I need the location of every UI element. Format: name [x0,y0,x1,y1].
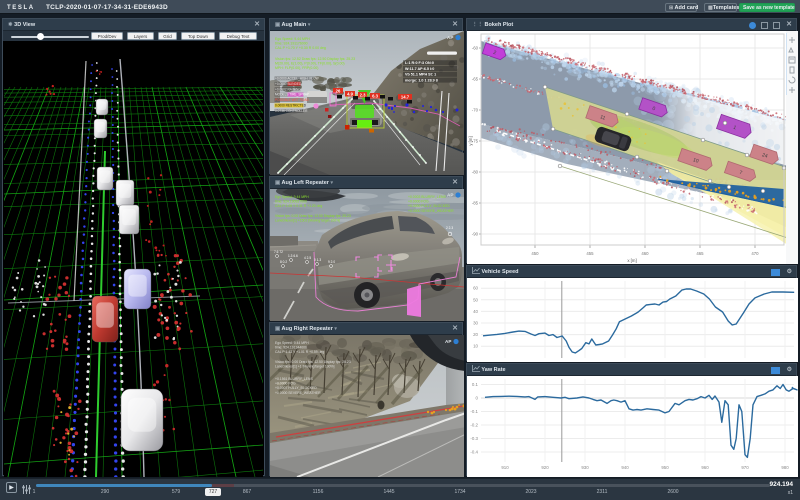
svg-text:AP: AP [447,35,453,40]
svg-text:POSSIBLE WET ROAD: POSSIBLE WET ROAD [275,98,309,102]
svg-text:+0.0000 FOG: +0.0000 FOG [275,382,296,386]
svg-text:0.0736 CONTROLLER: 0.0736 CONTROLLER [275,109,308,113]
svg-text:+0.0000 SEVERE_WEATHER: +0.0000 SEVERE_WEATHER [275,391,321,395]
svg-text:9 2.0: 9 2.0 [328,260,335,264]
svg-text:50: 50 [473,297,478,302]
svg-text:time: 924.191344000: time: 924.191344000 [275,346,307,350]
svg-text:4 2.5: 4 2.5 [304,256,311,260]
svg-text:Ego Speed: 9.44 MPH: Ego Speed: 9.44 MPH [275,195,309,199]
svg-text:910: 910 [501,465,509,470]
svg-text:2 2.3: 2 2.3 [446,226,453,230]
svg-text:26: 26 [336,88,341,93]
svg-text:-0.2: -0.2 [470,423,478,428]
svg-text:0.0000 RESTRICTED: 0.0000 RESTRICTED [275,104,307,108]
svg-text:+0.0003 BLURRY_LENS: +0.0003 BLURRY_LENS [408,195,446,199]
svg-text:Vision fps: 12.52 Draw fps: 12: Vision fps: 12.52 Draw fps: 12.50 Displa… [275,57,355,61]
svg-text:40: 40 [473,309,478,314]
svg-text:930: 930 [581,465,589,470]
svg-text:CAL P +1.70 Y +0.30 R 0.00 deg: CAL P +1.70 Y +0.30 R 0.00 deg [275,46,326,50]
svg-text:-85: -85 [472,201,479,206]
svg-text:-0.3: -0.3 [470,436,478,441]
svg-text:MPH: FLP(0.00), FRP(0.00): MPH: FLP(0.00), FRP(0.00) [275,66,318,70]
svg-text:+0.0000 SEVERE_WEATHER: +0.0000 SEVERE_WEATHER [408,209,454,213]
svg-text:-0.1: -0.1 [470,409,478,414]
svg-text:-90: -90 [472,232,479,237]
svg-text:-65: -65 [472,77,479,82]
svg-text:x [m]: x [m] [627,258,636,263]
svg-text:470: 470 [751,251,759,256]
svg-text:970: 970 [741,465,749,470]
svg-text:AP: AP [445,339,451,344]
svg-text:940: 940 [621,465,629,470]
svg-text:960: 960 [701,465,709,470]
svg-text:Vision fps: 0.00 Draw fps: 12.: Vision fps: 0.00 Draw fps: 12.50 Display… [275,214,351,218]
svg-text:0 1.3: 0 1.3 [314,258,321,262]
svg-text:+0.0000 ACCEL_HIGH_FLOW: +0.0000 ACCEL_HIGH_FLOW [275,77,319,81]
svg-text:7.6 72: 7.6 72 [274,250,283,254]
svg-text:0: 0 [476,396,479,401]
svg-text:L:1 R:0 F:3 ON:0: L:1 R:0 F:3 ON:0 [405,61,434,65]
svg-text:+0.0000 FULLY_BLOCKED: +0.0000 FULLY_BLOCKED [408,204,450,208]
svg-text:0.1: 0.1 [472,382,479,387]
svg-text:W:11.7 AP:6.5 I:0: W:11.7 AP:6.5 I:0 [405,67,434,71]
svg-text:980: 980 [781,465,789,470]
svg-text:455: 455 [586,251,594,256]
svg-text:time: 924.191176000: time: 924.191176000 [275,42,308,46]
svg-text:10: 10 [473,344,478,349]
svg-text:14.7: 14.7 [401,94,410,99]
svg-text:460: 460 [641,251,649,256]
svg-text:2.3: 2.3 [360,92,366,97]
svg-text:950: 950 [661,465,669,470]
svg-text:MODELS TIRE_SPRAY: MODELS TIRE_SPRAY [275,93,310,97]
svg-text:Ego Speed: 9.44 MPH: Ego Speed: 9.44 MPH [275,37,310,41]
svg-text:CAL P 1.05 Y 0.31 R +1.20 deg: CAL P 1.05 Y 0.31 R +1.20 deg [275,204,322,208]
svg-text:-70: -70 [472,108,479,113]
svg-text:-60: -60 [472,46,479,51]
svg-text:20: 20 [473,332,478,337]
svg-text:y [m]: y [m] [468,136,473,145]
svg-text:465: 465 [696,251,704,256]
svg-text:M(20.00), E(1.00), P(0.00), TF: M(20.00), E(1.00), P(0.00), TF(0.00), S(… [275,62,345,66]
svg-text:merge: 1.0 1 28.9 8: merge: 1.0 1 28.9 8 [405,78,438,82]
svg-text:450: 450 [531,251,539,256]
svg-text:AP: AP [447,193,453,198]
svg-text:6.3: 6.3 [372,93,378,98]
svg-text:30: 30 [473,321,478,326]
svg-text:time: 924.190927000: time: 924.190927000 [275,200,307,204]
svg-text:LaneDilexor[1] +1502 [MovingTa: LaneDilexor[1] +1502 [MovingTarget 100%] [275,219,340,223]
svg-text:-0.4: -0.4 [470,450,478,455]
svg-text:60: 60 [473,286,478,291]
svg-text:LaneDilexor[1] +1 [MovingTarge: LaneDilexor[1] +1 [MovingTarget 100%] [275,365,335,369]
svg-text:CAL P 1.43 Y +1.01 R +0.59 deg: CAL P 1.43 Y +1.01 R +0.59 deg [275,350,324,354]
svg-text:+0.0000 BLINDED: +0.0000 BLINDED [275,82,302,86]
svg-text:1.3 6.6: 1.3 6.6 [288,254,298,258]
svg-text:Vb 51.1 MPH St: 1: Vb 51.1 MPH St: 1 [405,73,436,77]
svg-text:-80: -80 [472,170,479,175]
svg-text:+0.1561 BLURRY_LENS: +0.1561 BLURRY_LENS [275,377,313,381]
svg-text:+0.0000 FOG: +0.0000 FOG [408,200,429,204]
svg-text:+0.0007 FULLY_BLOCKED: +0.0007 FULLY_BLOCKED [275,386,317,390]
svg-text:8 0.2: 8 0.2 [280,260,287,264]
svg-text:920: 920 [541,465,549,470]
svg-text:+0.0002 RAINING: +0.0002 RAINING [275,87,301,91]
svg-text:Vision fps: 0.00 Draw fps: 12.: Vision fps: 0.00 Draw fps: 12.50 Display… [275,360,351,364]
svg-text:4.9: 4.9 [347,91,353,96]
svg-text:Ego Speed: 9.44 MPH: Ego Speed: 9.44 MPH [275,341,309,345]
